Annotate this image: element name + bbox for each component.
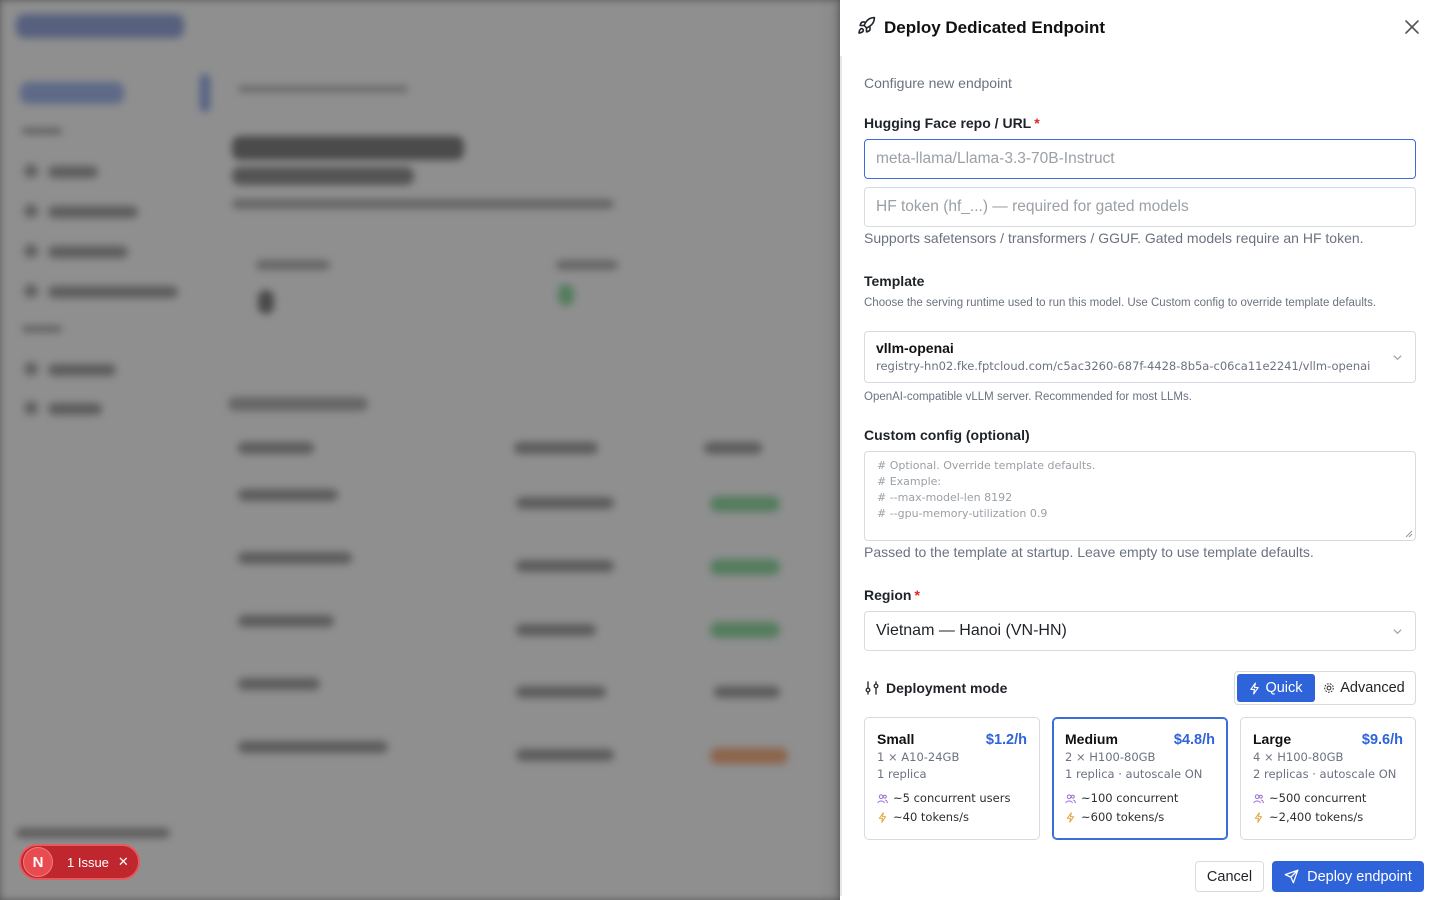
issue-avatar: N (23, 847, 53, 877)
quick-mode-button[interactable]: Quick (1237, 674, 1315, 702)
issue-indicator[interactable]: N 1 Issue ✕ (19, 844, 140, 880)
region-label: Region * (864, 587, 920, 603)
tier-gpu: 4 × H100-80GB (1253, 750, 1344, 764)
drawer-divider (840, 56, 842, 896)
template-hint: OpenAI-compatible vLLM server. Recommend… (864, 391, 1192, 403)
tier-concurrency: ~500 concurrent (1253, 791, 1403, 805)
bolt-icon (1066, 811, 1075, 823)
tier-throughput: ~600 tokens/s (1065, 810, 1215, 824)
config-placeholder-line: # Optional. Override template defaults. (877, 459, 1096, 472)
tier-throughput: ~40 tokens/s (877, 810, 1027, 824)
resize-handle-icon[interactable] (1405, 530, 1413, 538)
template-label: Template (864, 273, 925, 289)
custom-config-label: Custom config (optional) (864, 427, 1030, 443)
drawer-title: Deploy Dedicated Endpoint (884, 18, 1106, 37)
modal-overlay[interactable] (0, 0, 840, 900)
template-description: Choose the serving runtime used to run t… (864, 297, 1377, 309)
region-value: Vietnam — Hanoi (VN-HN) (876, 622, 1067, 639)
send-icon (1284, 869, 1299, 884)
deploy-endpoint-drawer: Deploy Dedicated Endpoint Configure new … (840, 0, 1440, 900)
hf-repo-placeholder: meta-llama/Llama-3.3-70B-Instruct (876, 150, 1115, 167)
tier-card-medium[interactable]: Medium $4.8/h 2 × H100-80GB 1 replica · … (1052, 717, 1228, 840)
region-select[interactable]: Vietnam — Hanoi (VN-HN) (864, 611, 1416, 651)
chevron-down-icon (1393, 629, 1402, 635)
tier-gpu: 2 × H100-80GB (1065, 750, 1156, 764)
bolt-icon (1254, 811, 1263, 823)
hf-token-placeholder: HF token (hf_...) — required for gated m… (876, 198, 1189, 215)
deploy-endpoint-button[interactable]: Deploy endpoint (1272, 861, 1424, 892)
bolt-icon (1250, 681, 1260, 695)
tier-card-small[interactable]: Small $1.2/h 1 × A10-24GB 1 replica ~5 c… (864, 717, 1040, 840)
template-name: vllm-openai (876, 340, 954, 356)
users-icon (1065, 793, 1076, 803)
sliders-icon (865, 681, 879, 695)
users-icon (1253, 793, 1264, 803)
config-placeholder-line: # --gpu-memory-utilization 0.9 (877, 507, 1048, 520)
hf-hint: Supports safetensors / transformers / GG… (864, 230, 1364, 246)
rocket-icon (857, 16, 876, 40)
tier-replicas: 2 replicas · autoscale ON (1253, 767, 1397, 781)
custom-config-hint: Passed to the template at startup. Leave… (864, 544, 1314, 560)
tier-concurrency: ~100 concurrent (1065, 791, 1215, 805)
tier-price: $1.2/h (985, 732, 1027, 748)
gear-icon (1324, 683, 1335, 693)
tier-replicas: 1 replica · autoscale ON (1065, 767, 1203, 781)
required-mark: * (1034, 115, 1040, 131)
template-image: registry-hn02.fke.fptcloud.com/c5ac3260-… (876, 359, 1371, 373)
advanced-mode-button[interactable]: Advanced (1315, 674, 1413, 702)
close-icon[interactable]: ✕ (118, 854, 129, 870)
issue-count-label: 1 Issue (67, 854, 109, 870)
tier-throughput: ~2,400 tokens/s (1253, 810, 1403, 824)
config-placeholder-line: # Example: (877, 475, 942, 488)
tier-gpu: 1 × A10-24GB (877, 750, 960, 764)
tier-concurrency: ~5 concurrent users (877, 791, 1027, 805)
tier-replicas: 1 replica (877, 767, 927, 781)
bolt-icon (878, 811, 887, 823)
close-drawer-icon[interactable] (1404, 19, 1420, 35)
deploy-endpoint-label: Deploy endpoint (1307, 868, 1412, 885)
hf-token-input[interactable]: HF token (hf_...) — required for gated m… (864, 187, 1416, 227)
template-select[interactable]: vllm-openai registry-hn02.fke.fptcloud.c… (864, 331, 1416, 383)
drawer-subtitle: Configure new endpoint (864, 75, 1012, 91)
required-mark: * (914, 587, 920, 603)
tier-card-large[interactable]: Large $9.6/h 4 × H100-80GB 2 replicas · … (1240, 717, 1416, 840)
chevron-down-icon (1393, 355, 1402, 361)
deployment-mode-row: Deployment mode Quick Advanced (864, 671, 1416, 705)
drawer-header: Deploy Dedicated Endpoint (840, 0, 1440, 56)
config-placeholder-line: # --max-model-len 8192 (877, 491, 1013, 504)
tier-price: $9.6/h (1361, 732, 1403, 748)
cancel-button[interactable]: Cancel (1195, 861, 1264, 892)
tier-price: $4.8/h (1173, 732, 1215, 748)
custom-config-textarea[interactable]: # Optional. Override template defaults. … (864, 451, 1416, 541)
hf-repo-input[interactable]: meta-llama/Llama-3.3-70B-Instruct (864, 139, 1416, 179)
deployment-mode-label: Deployment mode (886, 680, 1008, 696)
hf-repo-label: Hugging Face repo / URL * (864, 115, 1040, 131)
deployment-mode-toggle: Quick Advanced (1234, 671, 1416, 705)
users-icon (877, 793, 888, 803)
